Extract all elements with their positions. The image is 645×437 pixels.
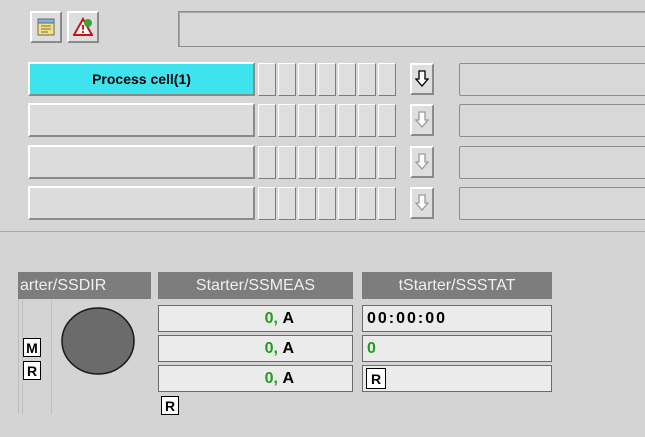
cell-segment[interactable] [378, 104, 396, 137]
measure-unit: A [282, 309, 294, 327]
expand-down-button[interactable] [410, 146, 434, 178]
motor-indicator-icon[interactable] [58, 304, 142, 382]
status-count: 0 [367, 339, 376, 357]
status-time: 00:00:00 [367, 309, 448, 327]
cell-info-box [459, 63, 645, 96]
cell-segment[interactable] [298, 146, 316, 179]
mode-tag[interactable]: M [23, 338, 41, 357]
cell-segment[interactable] [358, 63, 376, 96]
expand-down-button[interactable] [410, 63, 434, 95]
down-arrow-icon [415, 70, 429, 87]
cell-info-box [459, 187, 645, 220]
status-count-row: 0 [362, 335, 552, 362]
reset-status-tag[interactable]: R [366, 368, 386, 389]
measure-row: 0, A [158, 305, 353, 332]
alarm-button[interactable]: ! [67, 11, 99, 43]
cell-segment[interactable] [298, 104, 316, 137]
cell-segment[interactable] [258, 63, 276, 96]
down-arrow-icon [415, 111, 429, 128]
down-arrow-icon [415, 194, 429, 211]
status-panel-header: tStarter/SSSTAT [362, 272, 552, 299]
cell-segment[interactable] [338, 104, 356, 137]
direction-panel-header: arter/SSDIR [18, 272, 151, 299]
measure-panel-header: Starter/SSMEAS [158, 272, 353, 299]
alarm-warning-icon: ! [73, 17, 93, 36]
cell-segment[interactable] [278, 146, 296, 179]
cell-segment[interactable] [278, 104, 296, 137]
cell-segment[interactable] [258, 104, 276, 137]
measure-row: 0, A [158, 365, 353, 392]
cell-segment[interactable] [258, 187, 276, 220]
cell-segment[interactable] [298, 187, 316, 220]
notepad-button[interactable] [30, 11, 62, 43]
cell-segment[interactable] [258, 146, 276, 179]
cell-segment[interactable] [298, 63, 316, 96]
cell-segment[interactable] [318, 187, 336, 220]
cell-segment[interactable] [378, 146, 396, 179]
cell-segment[interactable] [378, 63, 396, 96]
process-cell-button[interactable]: Process cell(1) [28, 62, 255, 96]
cell-segment[interactable] [358, 187, 376, 220]
down-arrow-icon [415, 153, 429, 170]
process-cell-button[interactable] [28, 103, 255, 137]
cell-segment[interactable] [358, 146, 376, 179]
status-time-row: 00:00:00 [362, 305, 552, 332]
status-reset-row: R [362, 365, 552, 392]
measure-value: 0 [264, 339, 274, 357]
cell-segment[interactable] [338, 146, 356, 179]
cell-segment[interactable] [278, 187, 296, 220]
cell-info-box [459, 146, 645, 179]
cell-segment[interactable] [338, 187, 356, 220]
cell-segment[interactable] [318, 63, 336, 96]
cell-info-box [459, 104, 645, 137]
measure-row: 0, A [158, 335, 353, 362]
cell-segment[interactable] [358, 104, 376, 137]
expand-down-button[interactable] [410, 187, 434, 219]
reset-direction-tag[interactable]: R [23, 361, 41, 380]
divider [0, 231, 645, 232]
measure-value: 0 [264, 309, 274, 327]
cell-segment[interactable] [338, 63, 356, 96]
cell-segment[interactable] [378, 187, 396, 220]
notepad-icon [37, 18, 55, 36]
measure-value: 0 [264, 369, 274, 387]
title-display [178, 11, 645, 47]
cell-segment[interactable] [318, 104, 336, 137]
cell-segment[interactable] [318, 146, 336, 179]
reset-measure-tag[interactable]: R [161, 396, 179, 415]
measure-unit: A [282, 369, 294, 387]
expand-down-button[interactable] [410, 104, 434, 136]
process-cell-button[interactable] [28, 186, 255, 220]
measure-unit: A [282, 339, 294, 357]
cell-segment[interactable] [278, 63, 296, 96]
process-cell-button[interactable] [28, 145, 255, 179]
